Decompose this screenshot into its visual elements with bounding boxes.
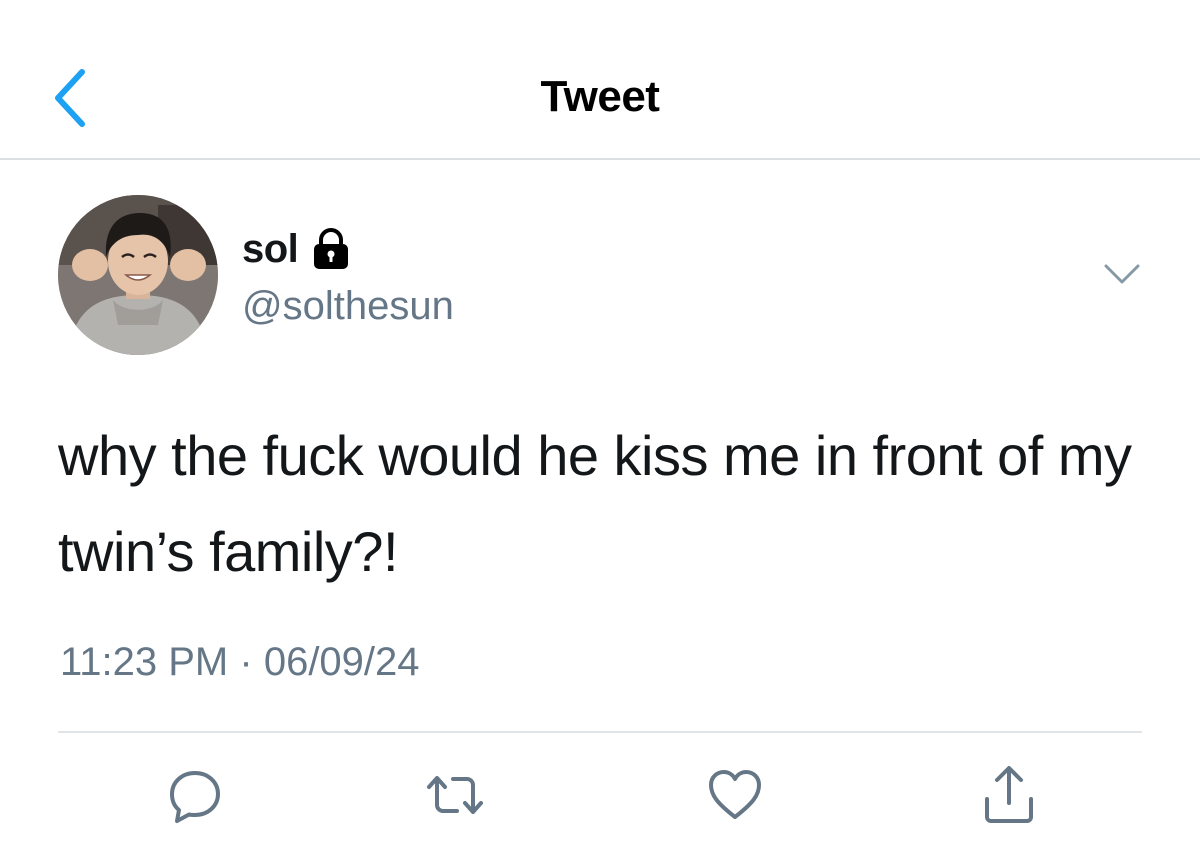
share-button[interactable] [974,760,1044,830]
divider [58,731,1142,733]
tweet-time: 11:23 PM [60,640,229,684]
reply-icon [170,771,220,823]
tweet-date: 06/09/24 [263,640,420,684]
page-title: Tweet [540,72,660,121]
retweet-button[interactable] [420,760,490,830]
author-name-row[interactable]: sol [242,222,350,276]
more-options-button[interactable] [1100,258,1144,290]
timestamp: 11:23 PM · 06/09/24 [60,640,420,685]
retweet-icon [427,776,483,814]
lock-icon [312,227,350,271]
nav-bar: Tweet [0,0,1200,160]
handle[interactable]: @solthesun [242,284,454,329]
tweet-text: why the fuck would he kiss me in front o… [58,424,1132,583]
action-bar [0,760,1200,830]
share-icon [985,766,1033,823]
timestamp-separator: · [239,640,253,684]
chevron-down-icon [1104,264,1140,284]
reply-button[interactable] [160,760,230,830]
heart-icon [709,770,761,819]
avatar-image [58,195,218,355]
like-button[interactable] [700,760,770,830]
avatar[interactable] [58,195,218,355]
display-name[interactable]: sol [242,227,299,272]
